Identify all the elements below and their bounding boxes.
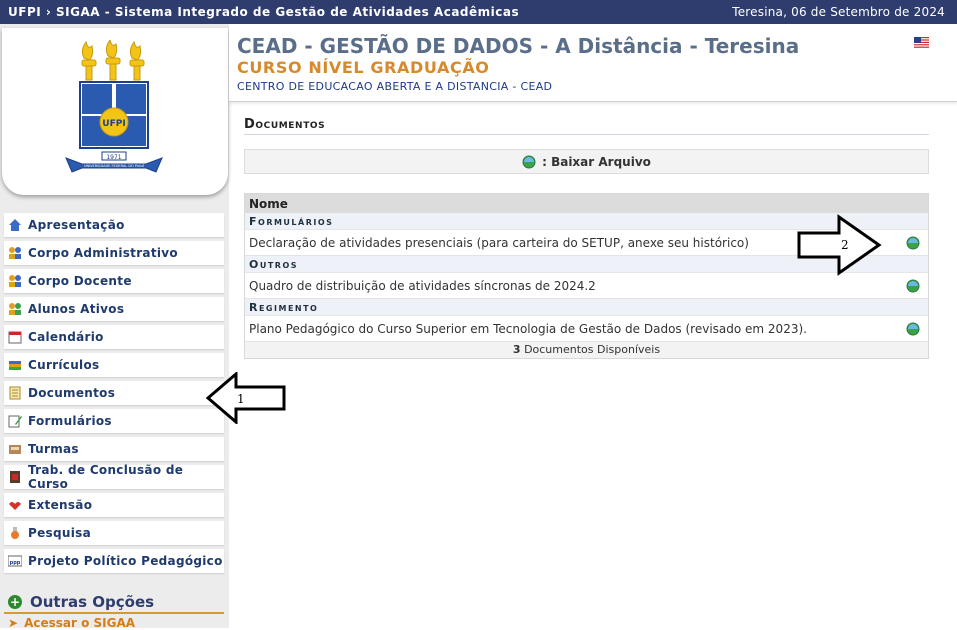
table-row: Quadro de distribuição de atividades sín… bbox=[245, 273, 928, 299]
sidebar-item-corpo-administrativo[interactable]: Corpo Administrativo bbox=[4, 241, 224, 265]
people-icon bbox=[9, 303, 21, 315]
top-bar: UFPI › SIGAA - Sistema Integrado de Gest… bbox=[0, 0, 957, 24]
ppp-icon: ppp bbox=[8, 555, 22, 567]
download-icon bbox=[522, 155, 536, 168]
group-regimento: Regimento bbox=[245, 299, 928, 316]
research-icon bbox=[11, 527, 19, 539]
people-icon bbox=[9, 247, 21, 259]
main-content: Documentos : Baixar Arquivo Nome Formulá… bbox=[229, 103, 957, 628]
course-header: CEAD - GESTÃO DE DADOS - A Distância - T… bbox=[229, 24, 957, 102]
ufpi-crest-icon: UFPI 1971 UNIVERSIDADE FEDERAL DO PIAUÍ bbox=[65, 40, 163, 173]
us-flag-icon[interactable] bbox=[914, 37, 929, 48]
sidebar-item-turmas[interactable]: Turmas bbox=[4, 437, 224, 461]
class-icon bbox=[9, 445, 21, 454]
sidebar-item-pesquisa[interactable]: Pesquisa bbox=[4, 521, 224, 545]
course-level: CURSO NÍVEL GRADUAÇÃO bbox=[237, 58, 490, 77]
download-legend: : Baixar Arquivo bbox=[244, 149, 929, 174]
sidebar-item-ppp[interactable]: ppp Projeto Político Pedagógico bbox=[4, 549, 224, 573]
sidebar-item-alunos-ativos[interactable]: Alunos Ativos bbox=[4, 297, 224, 321]
annotation-arrow-1: 1 bbox=[206, 372, 286, 424]
download-icon[interactable] bbox=[906, 322, 920, 336]
calendar-icon bbox=[8, 331, 22, 344]
svg-text:ppp: ppp bbox=[10, 560, 21, 566]
download-icon[interactable] bbox=[906, 236, 920, 250]
document-name: Plano Pedagógico do Curso Superior em Te… bbox=[249, 322, 807, 336]
books-icon bbox=[9, 361, 21, 370]
table-footer: 3 Documentos Disponíveis bbox=[245, 342, 928, 358]
annotation-arrow-2: 2 bbox=[797, 214, 882, 276]
section-title: Documentos bbox=[244, 117, 929, 135]
table-row: Plano Pedagógico do Curso Superior em Te… bbox=[245, 316, 928, 342]
documents-count: 3 bbox=[512, 343, 521, 356]
sidebar-item-formularios[interactable]: Formulários bbox=[4, 409, 224, 433]
outras-opcoes-header: + Outras Opções bbox=[4, 592, 224, 614]
course-title: CEAD - GESTÃO DE DADOS - A Distância - T… bbox=[237, 34, 800, 58]
home-icon bbox=[9, 219, 21, 231]
system-title: UFPI › SIGAA - Sistema Integrado de Gest… bbox=[8, 5, 520, 19]
svg-text:1: 1 bbox=[237, 392, 245, 406]
sidebar-item-apresentacao[interactable]: Apresentação bbox=[4, 213, 224, 237]
extension-icon bbox=[9, 502, 21, 510]
documents-count-label: Documentos Disponíveis bbox=[524, 343, 661, 356]
plus-icon: + bbox=[8, 595, 22, 609]
thesis-icon bbox=[10, 471, 20, 483]
document-name: Declaração de atividades presenciais (pa… bbox=[249, 236, 749, 250]
center-name: CENTRO DE EDUCACAO ABERTA E A DISTANCIA … bbox=[237, 80, 553, 93]
document-name: Quadro de distribuição de atividades sín… bbox=[249, 279, 596, 293]
sidebar: UFPI 1971 UNIVERSIDADE FEDERAL DO PIAUÍ … bbox=[0, 24, 229, 630]
sidebar-item-corpo-docente[interactable]: Corpo Docente bbox=[4, 269, 224, 293]
form-icon bbox=[8, 415, 22, 428]
download-icon[interactable] bbox=[906, 279, 920, 293]
sidebar-item-tcc[interactable]: Trab. de Conclusão de Curso bbox=[4, 463, 224, 491]
sidebar-item-calendario[interactable]: Calendário bbox=[4, 325, 224, 349]
svg-text:UFPI: UFPI bbox=[102, 119, 125, 129]
ufpi-logo[interactable]: UFPI 1971 UNIVERSIDADE FEDERAL DO PIAUÍ bbox=[2, 28, 228, 195]
svg-text:2: 2 bbox=[841, 238, 849, 252]
table-header: Nome bbox=[245, 194, 928, 213]
current-date: Teresina, 06 de Setembro de 2024 bbox=[732, 5, 945, 19]
people-icon bbox=[9, 275, 21, 287]
sidebar-item-curriculos[interactable]: Currículos bbox=[4, 353, 224, 377]
sidebar-item-extensao[interactable]: Extensão bbox=[4, 493, 224, 517]
document-icon bbox=[9, 386, 21, 400]
svg-text:UNIVERSIDADE FEDERAL DO PIAUÍ: UNIVERSIDADE FEDERAL DO PIAUÍ bbox=[84, 163, 144, 168]
svg-text:1971: 1971 bbox=[106, 154, 121, 161]
sidebar-item-documentos[interactable]: Documentos bbox=[4, 381, 224, 405]
